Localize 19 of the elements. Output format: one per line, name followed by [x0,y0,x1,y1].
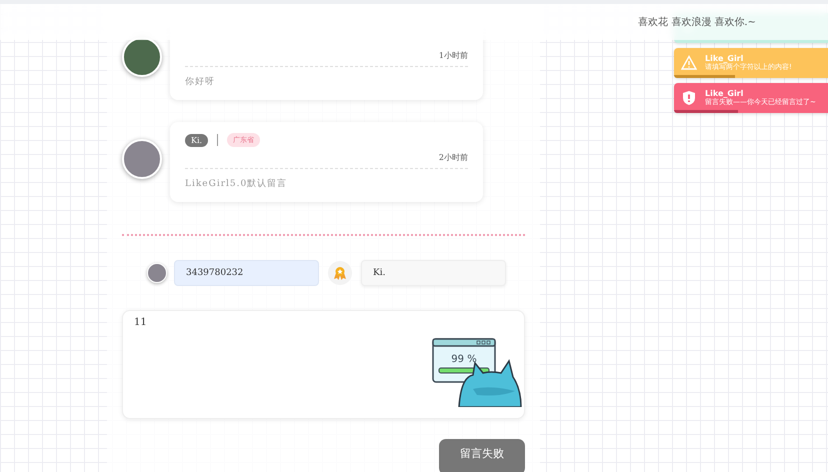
user-name: Ki. [185,134,208,146]
toast-title: Like_Girl [705,55,744,63]
navbar-slogan: 喜欢花 喜欢浪漫 喜欢你.~ [638,16,756,29]
award-button[interactable] [328,261,352,285]
cat-with-progress-window-drawing: 99 % [431,337,523,407]
nickname-input-field[interactable]: Ki. [361,260,506,286]
submit-button[interactable]: 留言失败 [439,439,525,472]
comment-text: LikeGirl5.0默认留言 [185,178,288,190]
avatar [147,263,167,283]
shield-alert-icon [681,90,697,106]
award-icon [333,266,347,280]
comment-time: 2小时前 [185,148,468,169]
comment-text: 你好呀 [185,76,216,88]
comment-time: 1小时前 [185,46,468,67]
qq-input-field[interactable]: 3439780232 [174,260,319,286]
message-textarea[interactable]: 11 99 % [122,310,525,419]
toast-title: Like_Girl [705,90,744,98]
avatar [122,139,162,179]
warning-icon [681,55,697,71]
